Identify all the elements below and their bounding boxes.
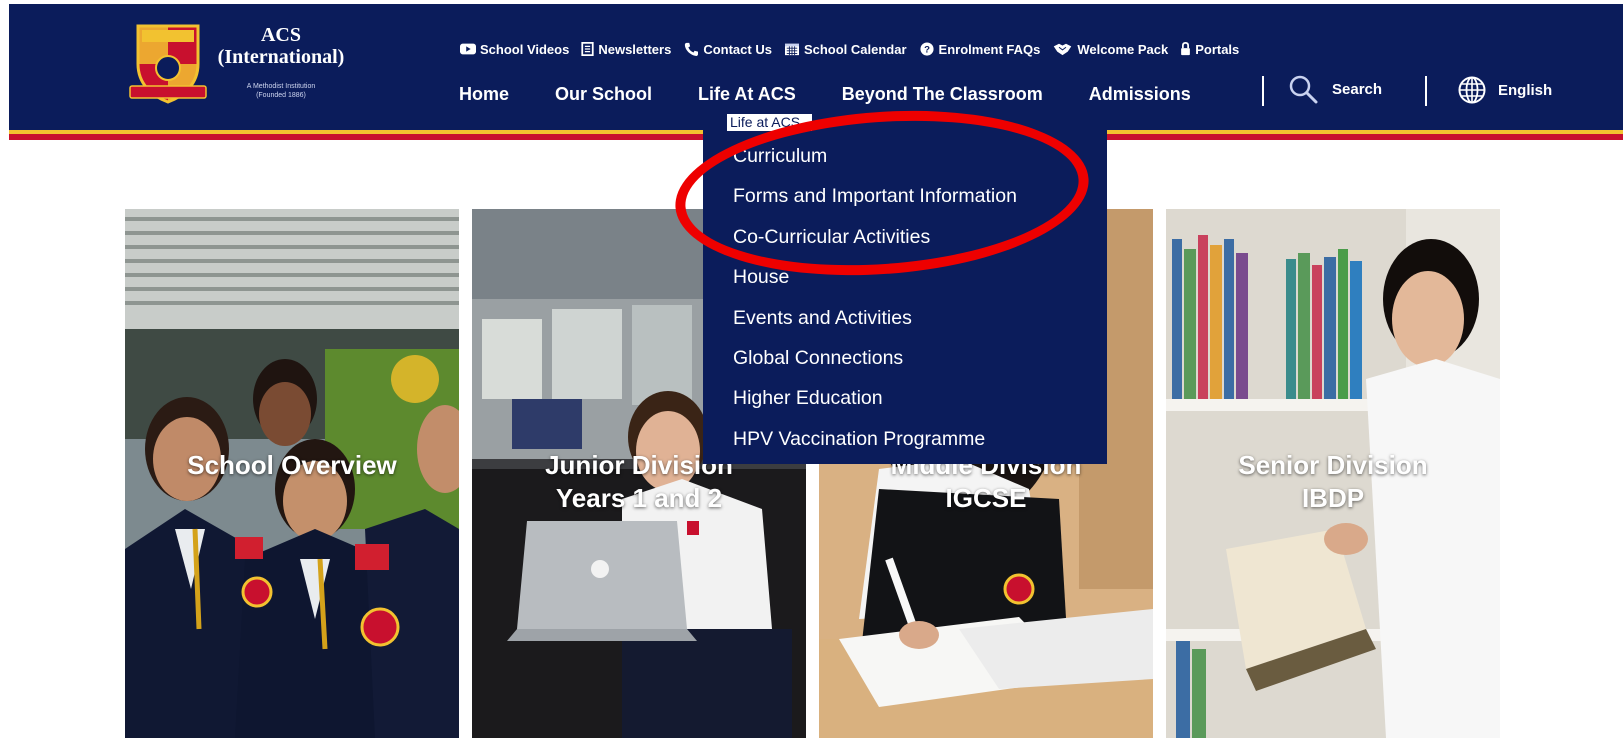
lock-icon — [1181, 42, 1191, 56]
dropdown-crumb[interactable]: Life at ACS — [727, 114, 812, 131]
calendar-icon — [784, 43, 799, 56]
nav-item-home[interactable]: Home — [459, 84, 509, 105]
tile-title: School Overview — [187, 450, 397, 480]
utility-link-label: Newsletters — [598, 41, 672, 57]
search-icon — [1289, 75, 1318, 104]
crest-icon — [129, 24, 207, 104]
nav-divider — [1425, 76, 1427, 106]
utility-link-newsletters[interactable]: Newsletters — [581, 42, 671, 57]
school-logo[interactable]: ACS (International) A Methodist Institut… — [128, 18, 488, 108]
tile-title: Senior Division IBDP — [1238, 450, 1428, 513]
utility-link-portals[interactable]: Portals — [1180, 42, 1239, 57]
play-icon — [460, 43, 476, 55]
language-label: English — [1498, 81, 1553, 99]
utility-link-enrolment-faqs[interactable]: ? Enrolment FAQs — [919, 41, 1041, 57]
utility-link-school-videos[interactable]: School Videos — [460, 42, 569, 57]
search-label: Search — [1332, 80, 1383, 98]
menu-item-hpv-vaccination-programme[interactable]: HPV Vaccination Programme — [733, 419, 1017, 459]
nav-item-life-at-acs[interactable]: Life At ACS — [698, 84, 796, 105]
dropdown-menu-list: Curriculum Forms and Important Informati… — [733, 136, 1017, 459]
search-button[interactable]: Search — [1288, 74, 1382, 104]
question-icon: ? — [919, 42, 934, 56]
language-selector[interactable]: English — [1458, 76, 1552, 104]
nav-divider — [1262, 76, 1264, 106]
handshake-icon — [1054, 43, 1072, 56]
main-nav: Home Our School Life At ACS Beyond The C… — [459, 80, 1191, 108]
menu-item-curriculum[interactable]: Curriculum — [733, 136, 1017, 176]
nav-item-admissions[interactable]: Admissions — [1089, 84, 1191, 105]
menu-item-higher-education[interactable]: Higher Education — [733, 378, 1017, 418]
utility-link-label: Welcome Pack — [1077, 41, 1169, 57]
globe-icon — [1458, 76, 1486, 104]
utility-nav: School Videos Newsletters Contact Us Sch… — [460, 38, 1239, 60]
brand-subtitle: A Methodist Institution (Founded 1886) — [246, 83, 316, 99]
menu-item-events-and-activities[interactable]: Events and Activities — [733, 298, 1017, 338]
nav-item-our-school[interactable]: Our School — [555, 84, 652, 105]
menu-item-house[interactable]: House — [733, 257, 1017, 297]
utility-link-label: Enrolment FAQs — [938, 41, 1041, 57]
nav-item-beyond-the-classroom[interactable]: Beyond The Classroom — [842, 84, 1043, 105]
utility-link-contact-us[interactable]: Contact Us — [683, 42, 772, 57]
utility-link-label: School Videos — [480, 41, 570, 57]
utility-link-label: Contact Us — [703, 41, 772, 57]
page: ACS (International) A Methodist Institut… — [0, 0, 1623, 738]
menu-item-global-connections[interactable]: Global Connections — [733, 338, 1017, 378]
svg-text:?: ? — [924, 45, 930, 56]
tile-senior-division[interactable]: Senior Division IBDP — [1166, 209, 1500, 738]
menu-item-forms-and-important-information[interactable]: Forms and Important Information — [733, 176, 1017, 216]
utility-link-label: Portals — [1195, 41, 1240, 57]
tile-school-overview[interactable]: School Overview — [125, 209, 459, 738]
utility-link-label: School Calendar — [803, 41, 907, 57]
brand-name: ACS (International) — [217, 24, 345, 68]
newsletter-icon — [581, 42, 594, 56]
utility-link-welcome-pack[interactable]: Welcome Pack — [1052, 42, 1168, 57]
phone-icon — [685, 42, 699, 56]
utility-link-school-calendar[interactable]: School Calendar — [784, 42, 907, 57]
menu-item-co-curricular-activities[interactable]: Co-Curricular Activities — [733, 217, 1017, 257]
